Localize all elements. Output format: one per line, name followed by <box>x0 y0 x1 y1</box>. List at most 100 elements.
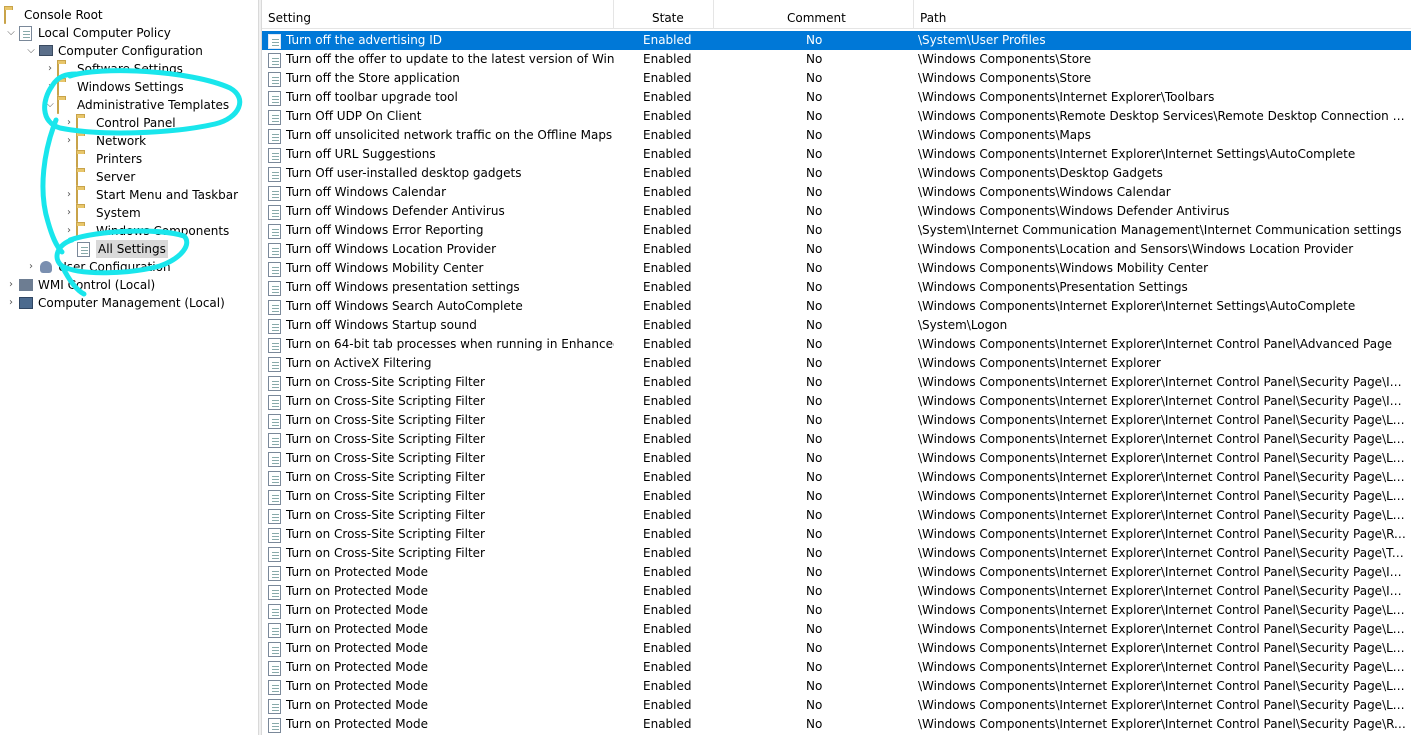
setting-cell: Turn off Windows Mobility Center <box>268 259 614 278</box>
setting-cell: Turn on Cross-Site Scripting Filter <box>268 411 614 430</box>
tree-item-control-panel[interactable]: › Control Panel <box>62 114 176 132</box>
policy-setting-icon <box>268 166 281 182</box>
table-row[interactable]: Turn off the advertising ID Enabled No \Sys… <box>262 31 1411 50</box>
table-row[interactable]: Turn on Protected Mode Enabled No \Windows … <box>262 715 1411 734</box>
table-row[interactable]: Turn off Windows Calendar Enabled No \Windo… <box>262 183 1411 202</box>
path-cell: \Windows Components\Internet Explorer\In… <box>918 679 1408 693</box>
tree-item-network[interactable]: › Network <box>62 132 146 150</box>
table-row[interactable]: Turn on Cross-Site Scripting Filter Enabl… <box>262 373 1411 392</box>
table-row[interactable]: Turn off Windows Error Reporting Enabled N… <box>262 221 1411 240</box>
tree-item-administrative-templates[interactable]: ⌵ Administrative Templates <box>43 96 229 114</box>
chevron-down-icon[interactable]: ⌵ <box>24 42 38 60</box>
table-row[interactable]: Turn on Cross-Site Scripting Filter Enabl… <box>262 430 1411 449</box>
setting-cell: Turn on Cross-Site Scripting Filter <box>268 506 614 525</box>
tree-item-system[interactable]: › System <box>62 204 141 222</box>
table-row[interactable]: Turn on Protected Mode Enabled No \Windows … <box>262 696 1411 715</box>
table-row[interactable]: Turn off Windows Defender Antivirus Enabl… <box>262 202 1411 221</box>
comment-cell: No <box>806 147 823 161</box>
setting-name: Turn Off UDP On Client <box>286 109 422 123</box>
chevron-down-icon[interactable]: ⌵ <box>4 24 18 42</box>
chevron-right-icon[interactable]: › <box>62 114 76 132</box>
table-row[interactable]: Turn Off user-installed desktop gadgets E… <box>262 164 1411 183</box>
column-header-comment[interactable]: Comment <box>714 0 914 28</box>
policy-setting-icon <box>268 546 281 562</box>
chevron-right-icon[interactable]: › <box>24 258 38 276</box>
tree-item-start-menu[interactable]: › Start Menu and Taskbar <box>62 186 238 204</box>
chevron-right-icon[interactable]: › <box>4 294 18 312</box>
table-row[interactable]: Turn on Cross-Site Scripting Filter Enabl… <box>262 392 1411 411</box>
comment-cell: No <box>806 565 823 579</box>
setting-cell: Turn on Cross-Site Scripting Filter <box>268 544 614 563</box>
tree-item-all-settings[interactable]: All Settings <box>62 240 168 258</box>
tree-item-software-settings[interactable]: › Software Settings <box>43 60 183 78</box>
chevron-right-icon[interactable]: › <box>4 276 18 294</box>
setting-cell: Turn on Cross-Site Scripting Filter <box>268 430 614 449</box>
table-row[interactable]: Turn off Windows Location Provider Enable… <box>262 240 1411 259</box>
table-row[interactable]: Turn on Protected Mode Enabled No \Windows … <box>262 677 1411 696</box>
table-row[interactable]: Turn on Cross-Site Scripting Filter Enabl… <box>262 525 1411 544</box>
state-cell: Enabled <box>643 527 692 541</box>
table-row[interactable]: Turn on Protected Mode Enabled No \Windows … <box>262 620 1411 639</box>
table-row[interactable]: Turn off the Store application Enabled No \… <box>262 69 1411 88</box>
chevron-right-icon[interactable]: › <box>62 204 76 222</box>
table-row[interactable]: Turn on ActiveX Filtering Enabled No \Windo… <box>262 354 1411 373</box>
chevron-right-icon[interactable]: › <box>62 222 76 240</box>
table-row[interactable]: Turn on Protected Mode Enabled No \Windows … <box>262 563 1411 582</box>
table-row[interactable]: Turn off Windows Mobility Center Enabled N… <box>262 259 1411 278</box>
setting-cell: Turn off Windows presentation settings <box>268 278 614 297</box>
chevron-right-icon[interactable]: › <box>62 132 76 150</box>
policy-setting-icon <box>268 527 281 543</box>
comment-cell: No <box>806 470 823 484</box>
tree-item-windows-settings[interactable]: › Windows Settings <box>43 78 184 96</box>
chevron-down-icon[interactable]: ⌵ <box>43 96 57 114</box>
policy-setting-icon <box>268 223 281 239</box>
setting-name: Turn off Windows Defender Antivirus <box>286 204 505 218</box>
table-row[interactable]: Turn on 64-bit tab processes when runnin… <box>262 335 1411 354</box>
table-row[interactable]: Turn on Cross-Site Scripting Filter Enabl… <box>262 468 1411 487</box>
tree-item-local-computer-policy[interactable]: ⌵ Local Computer Policy <box>4 24 171 42</box>
setting-cell: Turn on Cross-Site Scripting Filter <box>268 392 614 411</box>
table-row[interactable]: Turn on Cross-Site Scripting Filter Enabl… <box>262 544 1411 563</box>
chevron-right-icon[interactable]: › <box>43 78 57 96</box>
column-header-path[interactable]: Path <box>914 0 1411 28</box>
policy-setting-icon <box>268 52 281 68</box>
table-row[interactable]: Turn off the offer to update to the late… <box>262 50 1411 69</box>
tree-item-computer-configuration[interactable]: ⌵ Computer Configuration <box>24 42 203 60</box>
table-row[interactable]: Turn Off UDP On Client Enabled No \Windows … <box>262 107 1411 126</box>
table-row[interactable]: Turn on Cross-Site Scripting Filter Enabl… <box>262 411 1411 430</box>
table-row[interactable]: Turn on Protected Mode Enabled No \Windows … <box>262 639 1411 658</box>
table-row[interactable]: Turn off toolbar upgrade tool Enabled No \W… <box>262 88 1411 107</box>
table-row[interactable]: Turn off Windows presentation settings En… <box>262 278 1411 297</box>
state-cell: Enabled <box>643 679 692 693</box>
tree-item-windows-components[interactable]: › Windows Components <box>62 222 229 240</box>
setting-name: Turn on Cross-Site Scripting Filter <box>286 451 485 465</box>
table-row[interactable]: Turn on Cross-Site Scripting Filter Enabl… <box>262 487 1411 506</box>
table-row[interactable]: Turn off URL Suggestions Enabled No \Window… <box>262 145 1411 164</box>
tree-item-wmi-control[interactable]: › WMI Control (Local) <box>4 276 155 294</box>
setting-name: Turn off Windows Startup sound <box>286 318 477 332</box>
tree-item-console-root[interactable]: Console Root <box>4 6 103 24</box>
table-row[interactable]: Turn on Protected Mode Enabled No \Windows … <box>262 658 1411 677</box>
table-row[interactable]: Turn off unsolicited network traffic on … <box>262 126 1411 145</box>
table-row[interactable]: Turn on Cross-Site Scripting Filter Enabl… <box>262 506 1411 525</box>
column-header-state[interactable]: ˄ State <box>614 0 714 28</box>
comment-cell: No <box>806 546 823 560</box>
policy-setting-icon <box>268 71 281 87</box>
comment-cell: No <box>806 584 823 598</box>
chevron-right-icon[interactable]: › <box>43 60 57 78</box>
table-row[interactable]: Turn on Protected Mode Enabled No \Windows … <box>262 582 1411 601</box>
table-row[interactable]: Turn off Windows Startup sound Enabled No \… <box>262 316 1411 335</box>
table-row[interactable]: Turn on Cross-Site Scripting Filter Enabl… <box>262 449 1411 468</box>
tree-item-computer-management[interactable]: › Computer Management (Local) <box>4 294 225 312</box>
setting-name: Turn off Windows Mobility Center <box>286 261 484 275</box>
tree-item-printers[interactable]: Printers <box>62 150 142 168</box>
console-tree: Console Root ⌵ Local Computer Policy ⌵ C… <box>0 0 258 735</box>
tree-item-server[interactable]: Server <box>62 168 135 186</box>
chevron-right-icon[interactable]: › <box>62 186 76 204</box>
path-cell: \Windows Components\Internet Explorer\In… <box>918 508 1408 522</box>
table-row[interactable]: Turn off Windows Search AutoComplete Enab… <box>262 297 1411 316</box>
tree-item-user-configuration[interactable]: › User Configuration <box>24 258 171 276</box>
table-row[interactable]: Turn on Protected Mode Enabled No \Windows … <box>262 601 1411 620</box>
column-header-setting[interactable]: Setting <box>262 0 614 28</box>
path-cell: \Windows Components\Internet Explorer\In… <box>918 299 1356 313</box>
